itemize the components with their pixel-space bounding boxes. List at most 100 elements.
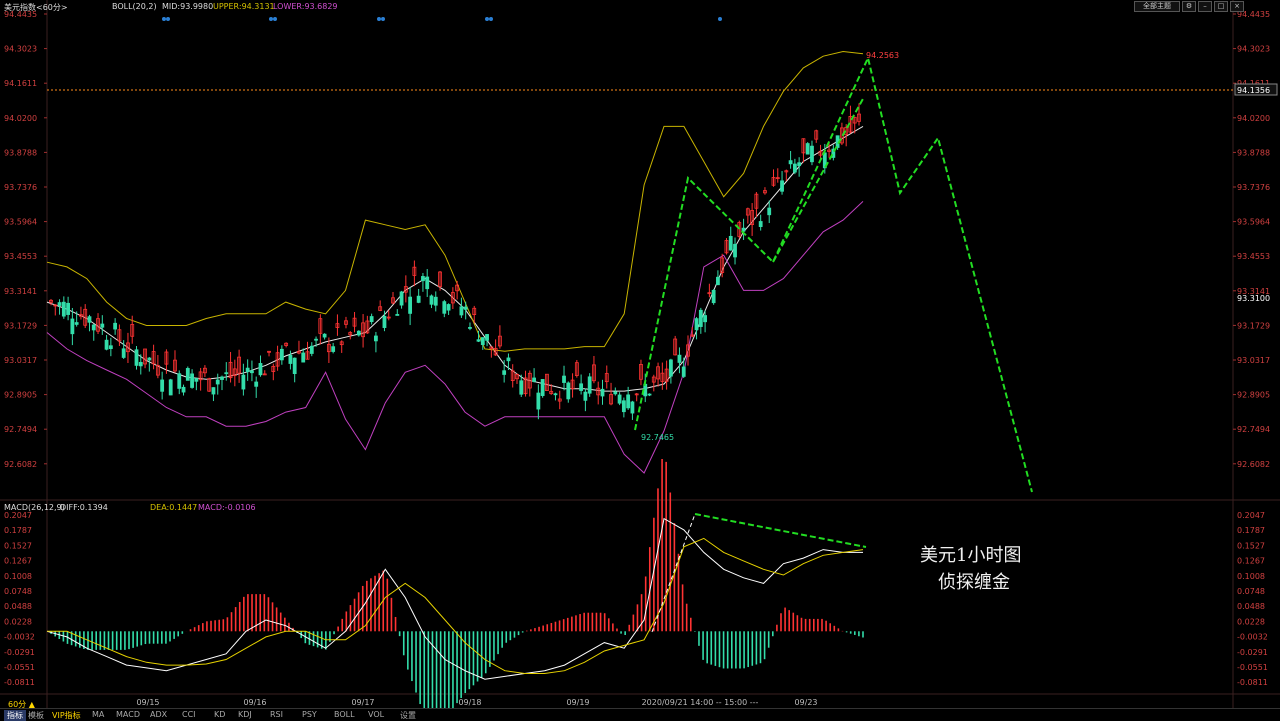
macd-diff: DIFF:0.1394 bbox=[60, 503, 108, 512]
candle-body bbox=[408, 296, 413, 314]
macd-tick-label: 0.0488 bbox=[1237, 602, 1265, 611]
close-icon[interactable]: × bbox=[1230, 1, 1244, 12]
macd-tick-label: -0.0291 bbox=[4, 648, 35, 657]
price-tick-label: 93.4553 bbox=[1237, 252, 1270, 261]
tab-3[interactable]: MA bbox=[92, 710, 104, 719]
candle-body bbox=[647, 393, 652, 396]
tab-12[interactable]: VOL bbox=[368, 710, 384, 719]
tab-4[interactable]: MACD bbox=[116, 710, 140, 719]
macd-tick-label: -0.0032 bbox=[1237, 633, 1268, 642]
tab-5[interactable]: ADX bbox=[150, 710, 167, 719]
macd-tick-label: 0.0748 bbox=[1237, 587, 1265, 596]
tab-13[interactable]: 设置 bbox=[400, 710, 416, 721]
candle-body bbox=[70, 318, 75, 335]
tab-1[interactable]: 模板 bbox=[28, 710, 44, 721]
signal-dot bbox=[162, 17, 166, 21]
candle-body bbox=[121, 348, 126, 358]
tab-9[interactable]: RSI bbox=[270, 710, 283, 719]
candle-body bbox=[160, 379, 165, 392]
macd-label: MACD(26,12,9) bbox=[4, 503, 65, 512]
symbol-title: 美元指数<60分> bbox=[4, 3, 68, 12]
maximize-icon[interactable]: □ bbox=[1214, 1, 1228, 12]
settings-icon[interactable]: ⚙ bbox=[1182, 1, 1196, 12]
candle-body bbox=[416, 295, 421, 303]
candle-body bbox=[780, 180, 784, 192]
tab-0[interactable]: 指标 bbox=[4, 710, 26, 721]
macd-tick-label: 0.1008 bbox=[4, 572, 32, 581]
tab-2[interactable]: VIP指标 bbox=[52, 710, 81, 721]
forecast-path bbox=[634, 54, 1033, 493]
price-tick-label: 94.3023 bbox=[4, 45, 37, 54]
date-label: 09/18 bbox=[458, 698, 481, 707]
price-tick-label: 92.8905 bbox=[4, 391, 37, 400]
candle-body bbox=[681, 366, 686, 377]
candle-body bbox=[314, 338, 318, 341]
candle-body bbox=[301, 352, 306, 363]
candle-body bbox=[758, 221, 763, 228]
candle-body bbox=[258, 363, 263, 376]
candle-body bbox=[502, 370, 507, 375]
tab-7[interactable]: KD bbox=[214, 710, 225, 719]
line-mid bbox=[46, 125, 864, 392]
candle-body bbox=[536, 392, 541, 410]
minimize-icon[interactable]: – bbox=[1198, 1, 1212, 12]
macd-tick-label: 0.1527 bbox=[4, 541, 32, 550]
date-label: 09/16 bbox=[243, 698, 266, 707]
macd-tick-label: -0.0811 bbox=[4, 678, 35, 687]
candle-body bbox=[694, 318, 699, 331]
tab-8[interactable]: KDJ bbox=[238, 710, 252, 719]
candle-body bbox=[254, 381, 259, 387]
signal-dot bbox=[377, 17, 381, 21]
price-tick-label: 92.7494 bbox=[1237, 425, 1270, 434]
candle-body bbox=[480, 337, 485, 346]
signal-dot bbox=[273, 17, 277, 21]
macd-tick-label: 0.1267 bbox=[1237, 557, 1265, 566]
boll-label: BOLL(20,2) bbox=[112, 2, 157, 11]
candle-body bbox=[185, 368, 190, 381]
macd-value: MACD:-0.0106 bbox=[198, 503, 256, 512]
macd-tick-label: 0.2047 bbox=[4, 511, 32, 520]
candle-body bbox=[57, 302, 62, 306]
tab-10[interactable]: PSY bbox=[302, 710, 317, 719]
candle-body bbox=[446, 304, 451, 311]
annotation-author: 侦探缠金 bbox=[938, 572, 1010, 593]
price-tick-label: 92.8905 bbox=[1237, 391, 1270, 400]
candle-body bbox=[626, 394, 631, 409]
candle-body bbox=[331, 346, 336, 352]
candle-body bbox=[382, 315, 387, 328]
macd-tick-label: -0.0811 bbox=[1237, 678, 1268, 687]
candle-body bbox=[322, 333, 327, 338]
date-label: 09/19 bbox=[566, 698, 589, 707]
price-tick-label: 93.1729 bbox=[1237, 321, 1270, 330]
period-selector[interactable]: 60分 ▲ bbox=[8, 699, 35, 710]
candle-body bbox=[91, 324, 96, 331]
macd-tick-label: 0.0228 bbox=[4, 617, 32, 626]
macd-tick-label: 0.1527 bbox=[1237, 541, 1265, 550]
candle-body bbox=[104, 339, 109, 350]
boll-upper: UPPER:94.3131 bbox=[213, 2, 275, 11]
candle-body bbox=[288, 354, 293, 364]
price-tick-label: 93.8788 bbox=[4, 148, 37, 157]
candle-body bbox=[540, 379, 545, 396]
candle-body bbox=[459, 306, 464, 316]
tab-11[interactable]: BOLL bbox=[334, 710, 355, 719]
theme-menu[interactable]: 全部主题 bbox=[1134, 1, 1180, 12]
candle-body bbox=[399, 291, 404, 306]
candle-body bbox=[767, 207, 772, 216]
price-tick-label: 93.4553 bbox=[4, 252, 37, 261]
boll-lower: LOWER:93.6829 bbox=[273, 2, 338, 11]
macd-tick-label: 0.1787 bbox=[1237, 526, 1265, 535]
macd-tick-label: -0.0551 bbox=[1237, 663, 1268, 672]
line-lower bbox=[46, 201, 864, 474]
tab-6[interactable]: CCI bbox=[182, 710, 196, 719]
macd-tick-label: 0.1008 bbox=[1237, 572, 1265, 581]
price-tick-label: 93.1729 bbox=[4, 321, 37, 330]
candle-body bbox=[220, 376, 224, 380]
candle-body bbox=[587, 376, 592, 394]
macd-tick-label: -0.0551 bbox=[4, 663, 35, 672]
annotation-title: 美元1小时图 bbox=[920, 545, 1022, 566]
candle-body bbox=[613, 391, 618, 395]
candle-body bbox=[61, 301, 66, 317]
macd-tick-label: -0.0291 bbox=[1237, 648, 1268, 657]
chart-canvas[interactable]: 94.443594.443594.302394.302394.161194.16… bbox=[0, 0, 1280, 708]
